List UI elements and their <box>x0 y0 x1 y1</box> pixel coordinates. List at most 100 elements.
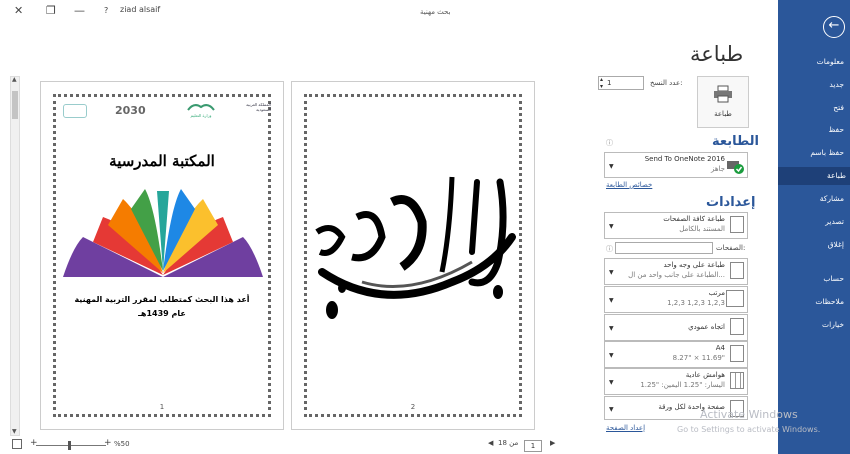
scroll-up-icon[interactable]: ▲ <box>12 76 17 83</box>
page-setup-link[interactable]: إعداد الصفحة <box>606 424 645 432</box>
copies-stepper[interactable]: 1 <box>598 76 644 90</box>
printer-dropdown[interactable]: Send To OneNote 2016 جاهز ▼ <box>604 152 748 178</box>
cover-line-2: عام 1439هـ <box>138 309 186 318</box>
chevron-down-icon: ▼ <box>609 269 614 276</box>
setting-sublabel: الطباعة على جانب واحد من ال... <box>628 271 725 279</box>
printer-status: جاهز <box>710 165 725 173</box>
preview-page-1: المملكة العربية السعودية وزارة التعليم 2… <box>40 81 284 430</box>
sides-dropdown[interactable]: طباعة على وجه واحد الطباعة على جانب واحد… <box>604 258 748 285</box>
help-icon[interactable]: ? <box>104 6 108 15</box>
chevron-down-icon: ▼ <box>609 379 614 386</box>
nav-item[interactable]: حساب <box>778 274 848 283</box>
printer-name: Send To OneNote 2016 <box>644 155 725 163</box>
ministry-logo: وزارة التعليم <box>186 102 216 118</box>
setting-sublabel: 1,2,3 1,2,3 1,2,3 <box>667 299 725 307</box>
activation-watermark-title: Activate Windows <box>700 408 798 421</box>
scroll-thumb[interactable] <box>12 91 18 119</box>
printer-ready-icon <box>726 158 744 176</box>
margins-dropdown[interactable]: هوامش عادية اليسار: "1.25 اليمين: "1.25 … <box>604 368 748 395</box>
stepper-arrows-icon[interactable]: ▴ ▾ <box>600 76 603 90</box>
print-button[interactable]: طباعة <box>697 76 749 128</box>
chevron-down-icon: ▼ <box>609 405 614 413</box>
school-logo <box>63 104 87 118</box>
setting-sublabel: اليسار: "1.25 اليمين: "1.25 <box>640 381 725 389</box>
preview-scrollbar[interactable] <box>10 76 20 436</box>
zoom-in-icon[interactable]: + <box>104 438 112 448</box>
info-icon[interactable]: ⓘ <box>606 138 613 148</box>
page-title: طباعة <box>690 42 744 66</box>
chevron-down-icon: ▼ <box>609 162 614 170</box>
printer-properties-link[interactable]: خصائص الطابعة <box>606 181 652 189</box>
info-icon[interactable]: ⓘ <box>606 244 613 254</box>
chevron-down-icon: ▼ <box>609 223 614 230</box>
one-sided-icon <box>730 262 744 279</box>
print-button-label: طباعة <box>714 110 732 118</box>
print-range-dropdown[interactable]: طباعة كافة الصفحات المستند بالكامل ▼ <box>604 212 748 239</box>
paper-icon <box>730 345 744 362</box>
printer-heading: الطابعة <box>712 134 759 149</box>
nav-item[interactable]: فتح <box>778 103 848 112</box>
nav-item[interactable]: حفظ <box>778 125 848 134</box>
document-title: بحث مهنية <box>420 8 451 16</box>
activation-watermark-text: Go to Settings to activate Windows. <box>677 425 821 434</box>
nav-item[interactable]: معلومات <box>778 57 848 66</box>
copies-value: 1 <box>607 79 612 87</box>
orientation-dropdown[interactable]: اتجاه عمودي ▼ <box>604 314 748 341</box>
setting-label: مرتب <box>708 289 725 297</box>
nav-item[interactable]: إغلاق <box>778 240 848 249</box>
collate-dropdown[interactable]: مرتب 1,2,3 1,2,3 1,2,3 ▼ <box>604 286 748 313</box>
collated-icon <box>726 290 744 307</box>
backstage-print-view: ✕ ❐ — ? ziad alsaif بحث مهنية ← معلومات ج… <box>0 0 850 454</box>
ministry-logo-text: وزارة التعليم <box>190 113 212 118</box>
preview-page-2: 2 <box>291 81 535 430</box>
zoom-slider[interactable] <box>36 445 106 446</box>
kingdom-logo-text: المملكة العربية السعودية <box>246 102 271 112</box>
page-number: 1 <box>159 403 165 411</box>
open-book-rainbow-image <box>63 189 263 277</box>
pages-label: الصفحات: <box>716 244 746 252</box>
scroll-down-icon[interactable]: ▼ <box>12 428 17 435</box>
previous-page-icon[interactable]: ◀ <box>488 439 493 447</box>
user-name[interactable]: ziad alsaif <box>120 5 160 14</box>
nav-item[interactable]: خيارات <box>778 320 848 329</box>
setting-label: A4 <box>715 344 725 352</box>
restore-icon[interactable]: ❐ <box>46 4 56 17</box>
printer-icon <box>698 85 748 107</box>
current-page-input[interactable]: 1 <box>524 440 542 452</box>
settings-heading: إعدادات <box>706 195 756 210</box>
nav-item[interactable]: حفظ باسم <box>778 148 848 157</box>
nav-item[interactable]: طباعة <box>778 167 850 185</box>
next-page-icon[interactable]: ▶ <box>550 439 555 447</box>
cover-line-1: أعد هذا البحث كمتطلب لمقرر التربية المهن… <box>74 295 250 304</box>
basmala-calligraphy-image <box>315 176 516 319</box>
minimize-icon[interactable]: — <box>74 4 85 17</box>
nav-item[interactable]: تصدير <box>778 217 848 226</box>
pages-icon <box>730 216 744 233</box>
nav-item[interactable]: ملاحظات <box>778 297 848 306</box>
zoom-to-page-icon[interactable] <box>12 439 22 449</box>
vision-2030-logo: 2030 <box>115 104 146 117</box>
setting-label: اتجاه عمودي <box>688 323 725 331</box>
paper-size-dropdown[interactable]: A4 8.27" × 11.69" ▼ <box>604 341 748 368</box>
cover-title: المكتبة المدرسية <box>109 152 215 170</box>
zoom-level: %50 <box>114 440 130 448</box>
portrait-icon <box>730 318 744 335</box>
nav-item[interactable]: جديد <box>778 80 848 89</box>
setting-sublabel: المستند بالكامل <box>679 225 725 233</box>
title-bar: ✕ ❐ — ? ziad alsaif بحث مهنية <box>0 0 778 24</box>
page-count: من 18 <box>498 439 519 447</box>
status-bar: + + %50 ◀ من 18 ▶ <box>0 436 778 454</box>
zoom-out-icon[interactable]: + <box>30 438 38 448</box>
margins-icon <box>730 372 744 389</box>
back-arrow-icon[interactable]: ← <box>823 16 845 38</box>
zoom-slider-thumb[interactable] <box>68 441 71 450</box>
chevron-down-icon: ▼ <box>609 352 614 359</box>
setting-sublabel: 8.27" × 11.69" <box>672 354 725 362</box>
page-number: 2 <box>410 403 416 411</box>
nav-item[interactable]: مشاركة <box>778 194 848 203</box>
close-icon[interactable]: ✕ <box>14 4 23 17</box>
backstage-nav <box>778 0 850 454</box>
chevron-down-icon: ▼ <box>609 297 614 304</box>
chevron-down-icon: ▼ <box>609 325 614 332</box>
pages-input[interactable] <box>615 242 713 254</box>
